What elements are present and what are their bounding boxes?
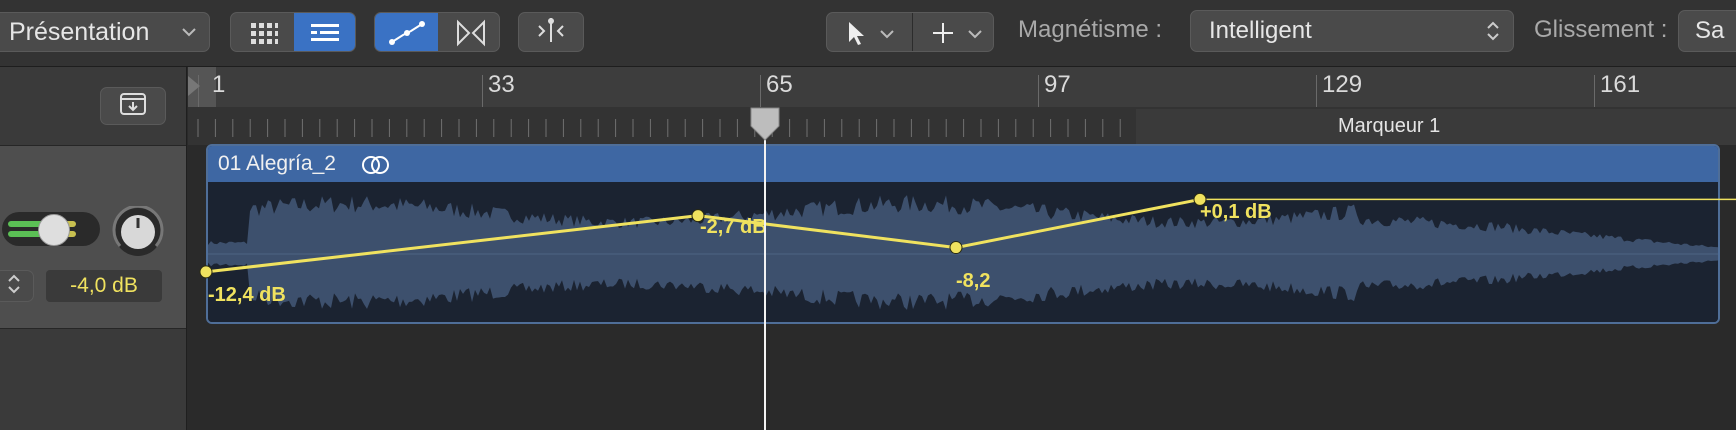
playhead[interactable]	[764, 108, 766, 430]
automation-point-label: +0,1 dB	[1200, 201, 1272, 223]
playhead-handle-icon[interactable]	[747, 106, 783, 147]
automation-point-label: -8,2	[956, 270, 991, 292]
automation-point-label: -12,4 dB	[208, 284, 286, 306]
automation-point[interactable]	[949, 241, 963, 255]
automation-point-label: -2,7 dB	[700, 216, 767, 238]
volume-automation-lane	[199, 192, 1736, 279]
automation-point[interactable]	[199, 265, 213, 279]
